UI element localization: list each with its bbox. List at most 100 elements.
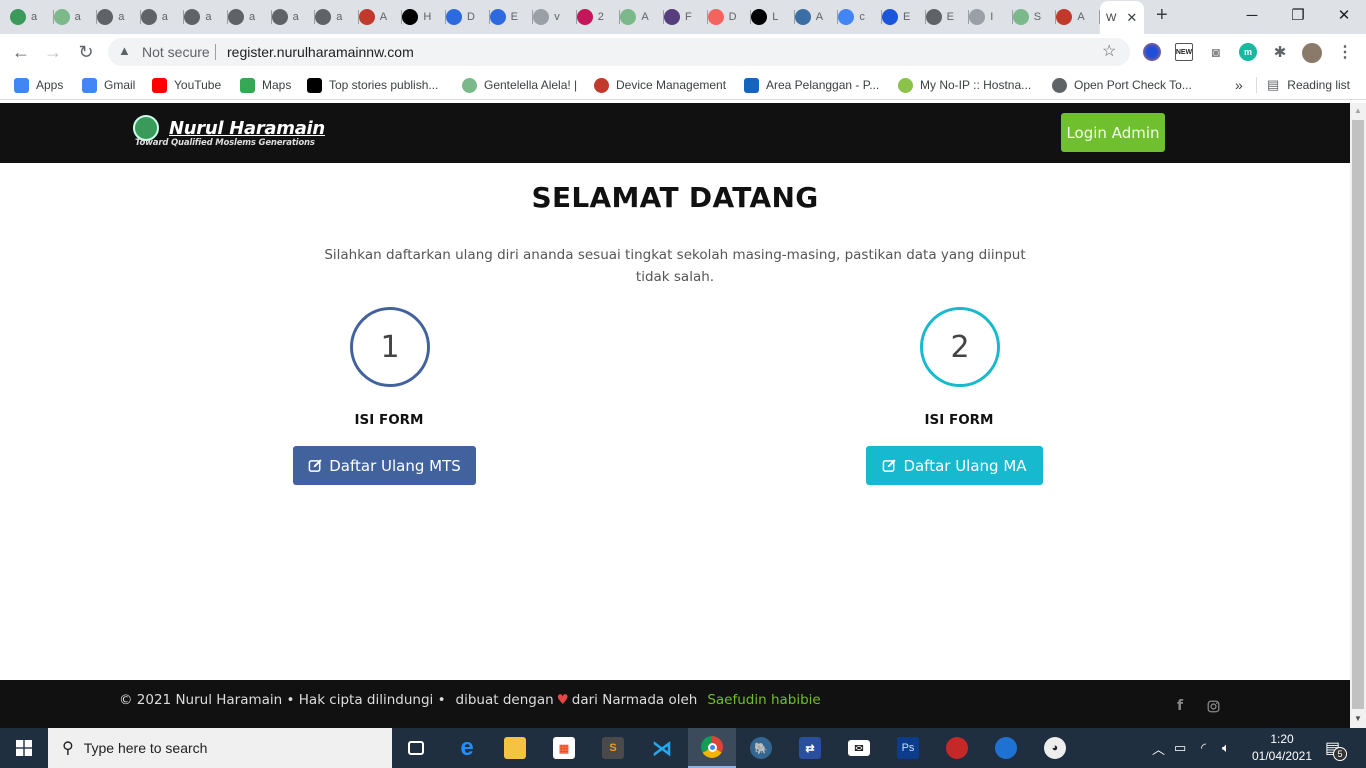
show-hidden-icons-button[interactable]: ︿ (1152, 728, 1165, 768)
daftar-ulang-mts-button[interactable]: Daftar Ulang MTS (293, 446, 476, 485)
close-window-button[interactable]: ✕ (1321, 0, 1366, 30)
browser-tab[interactable]: D (446, 4, 490, 30)
browser-tab[interactable]: A (620, 4, 664, 30)
more-bookmarks-button[interactable]: » (1235, 76, 1243, 94)
close-tab-icon[interactable]: ✕ (1126, 10, 1137, 26)
browser-tab[interactable]: a (228, 4, 272, 30)
security-label[interactable]: Not secure (142, 44, 210, 60)
browser-tab[interactable]: S (1012, 4, 1057, 30)
bookmark-item[interactable]: Gmail (82, 76, 135, 94)
battery-icon[interactable]: ▭ (1174, 728, 1186, 768)
new-tab-button[interactable]: + (1156, 4, 1168, 27)
bookmark-item[interactable]: Maps (240, 76, 291, 94)
heart-icon: ♥ (556, 692, 569, 708)
browser-tab[interactable]: F (664, 4, 708, 30)
wifi-icon[interactable]: ◜ (1201, 728, 1206, 768)
store-icon[interactable]: ▦ (540, 728, 588, 768)
camera-icon[interactable]: ◙ (1207, 43, 1225, 61)
browser-tab[interactable]: A (1056, 4, 1100, 30)
bookmark-item[interactable]: My No-IP :: Hostna... (898, 76, 1031, 94)
bookmark-item[interactable]: Gentelella Alela! | (462, 76, 577, 94)
browser-tab[interactable]: A (358, 4, 403, 30)
minimize-button[interactable]: ─ (1229, 0, 1275, 30)
daftar-ulang-ma-button[interactable]: Daftar Ulang MA (866, 446, 1043, 485)
photoshop-icon[interactable]: Ps (884, 728, 932, 768)
extension-m-icon[interactable]: m (1239, 43, 1257, 61)
profile-avatar[interactable] (1302, 43, 1322, 63)
file-explorer-icon[interactable] (491, 728, 539, 768)
back-button[interactable]: ← (9, 40, 33, 64)
bookmark-item[interactable]: Top stories publish... (307, 76, 438, 94)
chrome-icon[interactable] (688, 728, 736, 768)
tab-title: a (161, 11, 168, 23)
browser-tab[interactable]: a (184, 4, 228, 30)
browser-tab[interactable]: E (489, 4, 534, 30)
scroll-thumb[interactable] (1352, 120, 1364, 709)
browser-tab[interactable]: a (10, 4, 54, 30)
vscode-icon[interactable]: ⋊ (638, 728, 686, 768)
volume-icon[interactable]: 🔈︎ (1222, 728, 1230, 768)
browser-menu-icon[interactable]: ⋮ (1336, 43, 1354, 61)
browser-tab[interactable]: L (751, 4, 795, 30)
bookmark-item[interactable]: Open Port Check To... (1052, 76, 1192, 94)
browser-tab[interactable]: I (969, 4, 1013, 30)
page-scrollbar[interactable]: ▲ ▼ (1350, 103, 1366, 728)
globe-icon (533, 9, 550, 25)
login-admin-button[interactable]: Login Admin (1061, 113, 1165, 152)
start-button[interactable] (0, 728, 48, 768)
warning-icon[interactable]: ▲ (118, 43, 131, 58)
bookmark-star-icon[interactable]: ☆ (1102, 41, 1116, 61)
browser-tab[interactable]: E (882, 4, 926, 30)
extension-orb-icon[interactable] (1143, 43, 1161, 61)
reload-button[interactable]: ↻ (74, 40, 98, 64)
network-tool-icon[interactable]: ⇄ (786, 728, 834, 768)
site-logo[interactable]: Nurul Haramain Toward Qualified Moslems … (133, 115, 325, 148)
scroll-down-arrow[interactable]: ▼ (1354, 714, 1362, 723)
browser-tab[interactable]: a (315, 4, 359, 30)
scroll-up-arrow[interactable]: ▲ (1354, 106, 1362, 115)
browser-tab[interactable]: c (838, 4, 882, 30)
bookmark-label: Device Management (616, 78, 727, 92)
bookmark-item[interactable]: YouTube (152, 76, 221, 94)
red-app-icon[interactable] (933, 728, 981, 768)
url-text[interactable]: register.nurulharamainnw.com (227, 44, 414, 60)
browser-tab[interactable]: 2 (576, 4, 621, 30)
browser-tab[interactable]: a (97, 4, 141, 30)
browser-tab[interactable]: v (533, 4, 577, 30)
tab-active[interactable]: W ✕ (1100, 1, 1144, 34)
task-view-icon[interactable] (392, 728, 440, 768)
pgadmin-icon[interactable]: ◕ (1031, 728, 1079, 768)
bookmark-item[interactable]: Device Management (594, 76, 726, 94)
winbox-icon[interactable] (982, 728, 1030, 768)
browser-tab[interactable]: a (53, 4, 98, 30)
browser-tab[interactable]: A (794, 4, 839, 30)
clock[interactable]: 1:20 01/04/2021 (1249, 728, 1315, 768)
bookmark-item[interactable]: Apps (14, 76, 63, 94)
reading-list-button[interactable]: ▤ Reading list (1267, 76, 1350, 94)
footer-author-link[interactable]: Saefudin habibie (707, 692, 820, 708)
browser-tab[interactable]: E (925, 4, 970, 30)
forward-button[interactable]: → (41, 40, 65, 64)
edge-icon[interactable]: e (443, 728, 491, 768)
extension-new-icon[interactable]: NEW (1175, 43, 1193, 61)
taskbar-search-input[interactable]: ⚲ Type here to search (48, 728, 392, 768)
sublime-text-icon[interactable]: S (589, 728, 637, 768)
notifications-button[interactable]: ▤ 5 (1325, 728, 1347, 768)
address-bar[interactable]: ▲ Not secure register.nurulharamainnw.co… (108, 38, 1130, 66)
extensions-puzzle-icon[interactable]: ✱ (1271, 43, 1289, 61)
instagram-icon[interactable] (1205, 698, 1221, 714)
mail-icon[interactable]: ✉ (835, 728, 883, 768)
tab-title: a (74, 11, 81, 23)
restore-button[interactable]: ❐ (1275, 0, 1321, 30)
browser-tab[interactable]: H (402, 4, 446, 30)
postgresql-icon[interactable]: 🐘 (737, 728, 785, 768)
footer-made-with: dibuat dengan (455, 692, 554, 708)
bookmark-item[interactable]: Area Pelanggan - P... (744, 76, 879, 94)
tab-title: A (815, 11, 824, 23)
facebook-icon[interactable]: f (1172, 698, 1188, 714)
browser-tab[interactable]: D (707, 4, 752, 30)
browser-tab[interactable]: a (271, 4, 316, 30)
tab-title: A (641, 11, 649, 23)
browser-tab[interactable]: a (140, 4, 185, 30)
green-emblem-icon (53, 9, 70, 25)
